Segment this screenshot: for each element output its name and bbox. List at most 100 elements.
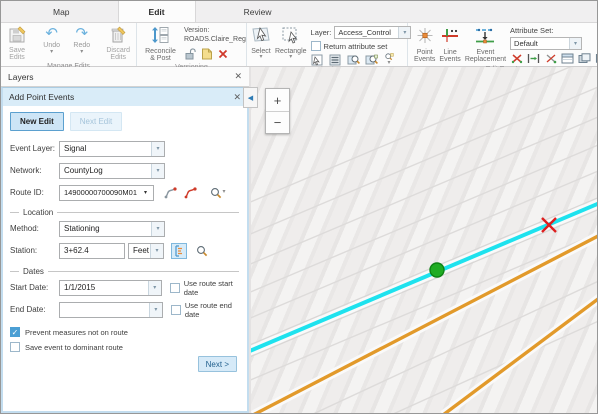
select-rectangle-icon[interactable] [311,53,324,66]
prevent-measures-label: Prevent measures not on route [25,328,128,337]
layers-pane-title: Layers [8,72,34,82]
tab-review[interactable]: Review [214,1,302,22]
add-point-events-header[interactable]: Add Point Events ✕ [3,88,247,106]
network-label: Network: [10,166,59,175]
zoom-to-station-icon[interactable] [194,243,210,259]
event-replacement-icon [473,26,497,48]
return-attribute-set-checkbox[interactable] [311,41,321,51]
redo-button[interactable]: ↷ Redo ▾ [70,25,93,55]
save-dominant-route-label: Save event to dominant route [25,343,123,352]
layer-select[interactable]: Access_Control ▾ [334,26,411,39]
delete-version-icon[interactable] [216,48,229,61]
location-section-separator: Location [10,207,239,217]
select-route-on-map-icon[interactable] [162,185,178,201]
tab-map[interactable]: Map [23,1,100,22]
redo-icon: ↷ [76,26,89,41]
group-manage-edits: Save Edits ↶ Undo ▾ ↷ Redo ▾ Discard Edi… [1,23,137,66]
attribute-set-label: Attribute Set: [510,26,598,35]
event-replacement-button[interactable]: Event Replacement [465,25,506,64]
layers-pane-header[interactable]: Layers ✕ [1,67,249,87]
version-info: Version: ROADS.Claire_Reg [184,27,246,45]
zoom-to-selection-icon[interactable] [347,53,360,66]
pan-to-selection-icon[interactable] [365,53,378,66]
zoom-out-button[interactable]: − [266,111,289,133]
dates-section-label: Dates [23,267,44,276]
rectangle-select-button[interactable]: Rectangle ▾ [275,25,307,60]
rectangle-select-icon [281,26,301,47]
unlock-version-icon[interactable] [184,48,197,61]
method-select[interactable]: Stationing ▾ [59,221,165,237]
point-events-icon [415,26,435,48]
event-layer-select[interactable]: Signal ▾ [59,141,165,157]
event-settings-icon[interactable] [595,52,598,65]
selection-list-icon[interactable] [329,53,342,66]
close-icon[interactable]: ✕ [234,72,242,81]
snap-event-icon[interactable] [544,52,557,65]
use-route-start-date-checkbox[interactable] [170,283,180,293]
end-date-label: End Date: [10,305,59,314]
return-attribute-set-label: Return attribute set [324,42,388,51]
point-events-button[interactable]: Point Events [414,25,435,64]
chevron-down-icon[interactable]: ▾ [148,281,161,295]
start-date-input[interactable]: 1/1/2015 ▾ [59,280,162,296]
use-route-end-date-label: Use route end date [185,301,247,319]
station-unit-select[interactable]: Feet ▾ [128,243,164,259]
extend-event-icon[interactable] [527,52,540,65]
save-edits-button[interactable]: Save Edits [1,25,33,62]
discard-edits-button[interactable]: Discard Edits [100,25,136,62]
chevron-down-icon[interactable]: ▾ [569,38,581,49]
highlight-route-icon[interactable] [182,185,198,201]
ribbon: Save Edits ↶ Undo ▾ ↷ Redo ▾ Discard Edi… [1,23,597,67]
location-section-label: Location [23,208,53,217]
reconcile-post-button[interactable]: Reconcile & Post [142,25,179,63]
zoom-to-route-icon[interactable]: ▾ [206,185,230,201]
line-events-button[interactable]: Line Events [439,25,460,64]
chevron-down-icon[interactable]: ▾ [151,142,164,156]
chevron-down-icon[interactable]: ▾ [222,190,225,195]
event-layer-label: Event Layer: [10,144,59,153]
chevron-down-icon[interactable]: ▾ [140,186,151,200]
map-view[interactable]: + − [251,67,597,413]
save-dominant-route-checkbox[interactable] [10,342,20,352]
chevron-down-icon[interactable]: ▾ [150,244,163,258]
route-id-combobox[interactable]: 14900000700090M01 ▾ [59,185,154,201]
use-route-end-date-checkbox[interactable] [171,305,181,315]
group-versioning: Reconcile & Post Version: ROADS.Claire_R… [137,23,247,66]
line-events-icon [440,26,460,48]
next-button[interactable]: Next > [198,356,237,372]
event-attributes-table-icon[interactable] [561,52,574,65]
station-input[interactable]: 3+62.4 [59,243,125,259]
chevron-down-icon[interactable]: ▾ [151,164,164,178]
chevron-down-icon[interactable]: ▾ [259,55,262,60]
pane-title: Add Point Events [9,92,74,102]
copy-events-icon[interactable] [578,52,591,65]
attribute-set-select[interactable]: Default ▾ [510,37,582,50]
undo-button[interactable]: ↶ Undo ▾ [40,25,63,55]
new-edit-button[interactable]: New Edit [10,112,64,131]
chevron-down-icon[interactable]: ▾ [50,50,53,55]
collapse-pane-button[interactable]: ◀ [243,87,258,108]
point-event-marker[interactable] [430,263,444,277]
clear-selection-icon[interactable]: ▾ [383,53,396,66]
prevent-measures-checkbox[interactable]: ✓ [10,327,20,337]
select-button[interactable]: Select ▾ [251,25,271,60]
start-date-label: Start Date: [10,283,59,292]
chevron-down-icon[interactable]: ▾ [149,303,162,317]
map-canvas[interactable] [251,67,597,413]
next-edit-button[interactable]: Next Edit [70,112,122,131]
zoom-in-button[interactable]: + [266,89,289,111]
split-event-icon[interactable] [510,52,523,65]
chevron-down-icon[interactable]: ▾ [151,222,164,236]
end-date-input[interactable]: ▾ [59,302,163,318]
network-select[interactable]: CountyLog ▾ [59,163,165,179]
station-picker-icon[interactable] [171,243,187,259]
new-version-icon[interactable] [200,48,213,61]
chevron-down-icon[interactable]: ▾ [80,50,83,55]
chevron-down-icon[interactable]: ▾ [289,55,292,60]
tab-edit[interactable]: Edit [118,1,196,22]
close-icon[interactable]: ✕ [233,93,241,102]
group-selection: Select ▾ Rectangle ▾ Layer: Access_Contr… [247,23,408,66]
station-label: Station: [10,246,59,255]
add-point-events-body: New Edit Next Edit Event Layer: Signal ▾… [3,106,247,411]
save-edits-icon [8,26,27,46]
